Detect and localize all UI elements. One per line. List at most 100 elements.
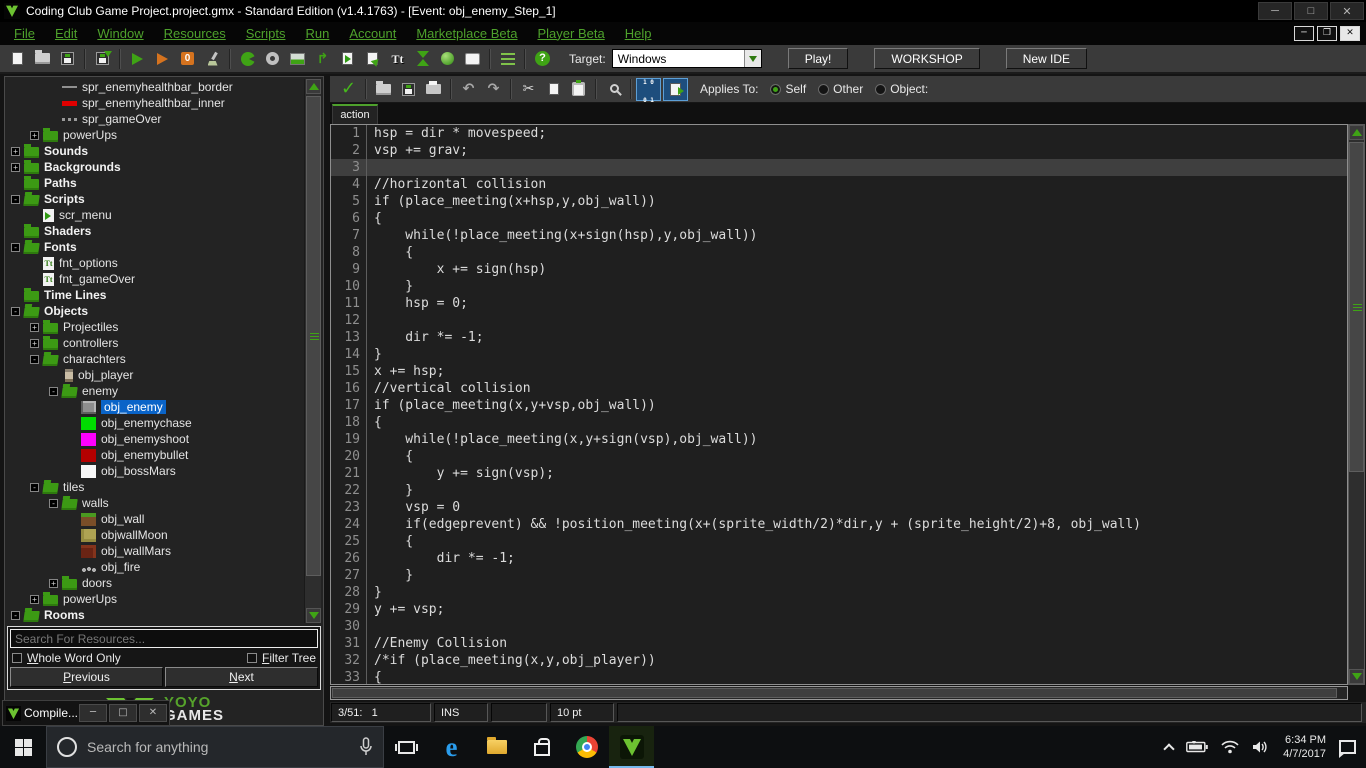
compile-maximize-button[interactable]: □ [109,704,137,722]
taskbar-search[interactable] [46,726,384,768]
collapse-icon[interactable]: - [11,243,20,252]
collapse-icon[interactable]: - [49,387,58,396]
next-button[interactable]: Next [165,667,318,687]
wifi-icon[interactable] [1221,740,1239,754]
code-editor[interactable]: 1hsp = dir * movespeed;2vsp += grav;34//… [330,124,1348,685]
code-line[interactable]: 2vsp += grav; [331,142,1347,159]
tree-item-fnt_gameOver[interactable]: fnt_gameOver [7,271,304,287]
create-timeline-icon[interactable] [410,47,435,70]
minimize-button[interactable]: ─ [1258,2,1292,20]
tree-item-tiles[interactable]: -tiles [7,479,304,495]
code-line[interactable]: 11 hsp = 0; [331,295,1347,312]
menu-marketplace-beta[interactable]: Marketplace Beta [416,26,517,41]
menu-player-beta[interactable]: Player Beta [538,26,605,41]
target-dropdown-icon[interactable] [744,50,761,67]
paste-icon[interactable] [566,78,591,101]
code-line[interactable]: 21 y += sign(vsp); [331,465,1347,482]
tab-action[interactable]: action [332,104,378,124]
compile-minimize-button[interactable]: ─ [79,704,107,722]
tray-expand-icon[interactable] [1164,743,1175,754]
tree-item-powerUps[interactable]: +powerUps [7,127,304,143]
taskbar-search-input[interactable] [87,739,359,755]
tree-item-Paths[interactable]: Paths [7,175,304,191]
print-icon[interactable] [421,78,446,101]
whole-word-checkbox[interactable] [12,653,22,663]
cut-icon[interactable] [516,78,541,101]
play-button[interactable]: Play! [788,48,849,69]
new-ide-button[interactable]: New IDE [1006,48,1087,69]
game-information-icon[interactable] [495,47,520,70]
collapse-icon[interactable]: - [11,307,20,316]
tree-item-fnt_options[interactable]: fnt_options [7,255,304,271]
code-line[interactable]: 22 } [331,482,1347,499]
new-project-icon[interactable] [5,47,30,70]
applies-other-radio[interactable] [818,84,829,95]
tree-item-Rooms[interactable]: -Rooms [7,607,304,623]
tree-item-obj_enemychase[interactable]: obj_enemychase [7,415,304,431]
create-sound-icon[interactable] [260,47,285,70]
mdi-restore-button[interactable]: ❐ [1317,26,1337,41]
file-explorer-taskbar-button[interactable] [474,726,519,768]
code-line[interactable]: 12 [331,312,1347,329]
menu-file[interactable]: File [14,26,35,41]
code-line[interactable]: 19 while(!place_meeting(x,y+sign(vsp),ob… [331,431,1347,448]
store-taskbar-button[interactable] [519,726,564,768]
expand-icon[interactable]: + [11,147,20,156]
search-icon[interactable] [601,78,626,101]
tree-item-Time Lines[interactable]: Time Lines [7,287,304,303]
scroll-up-icon[interactable] [306,79,321,94]
redo-icon[interactable] [481,78,506,101]
code-line[interactable]: 33{ [331,669,1347,685]
taskbar-clock[interactable]: 6:34 PM 4/7/2017 [1283,733,1326,761]
gamemaker-taskbar-button[interactable] [609,726,654,768]
debug-game-icon[interactable] [175,47,200,70]
collapse-icon[interactable]: - [11,611,20,620]
applies-object-radio[interactable] [875,84,886,95]
maximize-button[interactable]: □ [1294,2,1328,20]
code-line[interactable]: 10 } [331,278,1347,295]
collapse-icon[interactable]: - [49,499,58,508]
code-line[interactable]: 18{ [331,414,1347,431]
create-executable-icon[interactable] [90,47,115,70]
save-project-icon[interactable] [55,47,80,70]
code-vertical-scrollbar[interactable] [1348,124,1365,685]
create-room-icon[interactable] [460,47,485,70]
microphone-icon[interactable] [359,737,373,757]
menu-run[interactable]: Run [305,26,329,41]
tree-item-obj_fire[interactable]: obj_fire [7,559,304,575]
compile-window-titlebar[interactable]: Compile... ─ □ ✕ [2,700,170,726]
tree-item-obj_player[interactable]: obj_player [7,367,304,383]
create-sprite-icon[interactable] [235,47,260,70]
tree-item-objwallMoon[interactable]: objwallMoon [7,527,304,543]
code-line[interactable]: 27 } [331,567,1347,584]
tree-item-spr_enemyhealthbar_inner[interactable]: spr_enemyhealthbar_inner [7,95,304,111]
hscroll-thumb[interactable] [332,688,1337,698]
create-background-icon[interactable] [285,47,310,70]
tree-item-charachters[interactable]: -charachters [7,351,304,367]
code-line[interactable]: 8 { [331,244,1347,261]
code-line[interactable]: 5if (place_meeting(x+hsp,y,obj_wall)) [331,193,1347,210]
save-script-icon[interactable] [396,78,421,101]
create-object-icon[interactable] [435,47,460,70]
tree-item-controllers[interactable]: +controllers [7,335,304,351]
expand-icon[interactable]: + [30,339,39,348]
help-icon[interactable] [530,47,555,70]
scroll-down-icon[interactable] [306,608,321,623]
open-project-icon[interactable] [30,47,55,70]
create-path-icon[interactable] [310,47,335,70]
filter-tree-checkbox[interactable] [247,653,257,663]
tree-item-Objects[interactable]: -Objects [7,303,304,319]
code-line[interactable]: 28} [331,584,1347,601]
run-normal-icon[interactable] [150,47,175,70]
undo-icon[interactable] [456,78,481,101]
create-shader-icon[interactable] [360,47,385,70]
tree-item-enemy[interactable]: -enemy [7,383,304,399]
clean-cache-icon[interactable] [200,47,225,70]
code-line[interactable]: 20 { [331,448,1347,465]
copy-icon[interactable] [541,78,566,101]
workshop-button[interactable]: WORKSHOP [874,48,979,69]
tree-item-spr_gameOver[interactable]: spr_gameOver [7,111,304,127]
battery-icon[interactable] [1186,741,1208,753]
menu-edit[interactable]: Edit [55,26,77,41]
menu-window[interactable]: Window [97,26,143,41]
